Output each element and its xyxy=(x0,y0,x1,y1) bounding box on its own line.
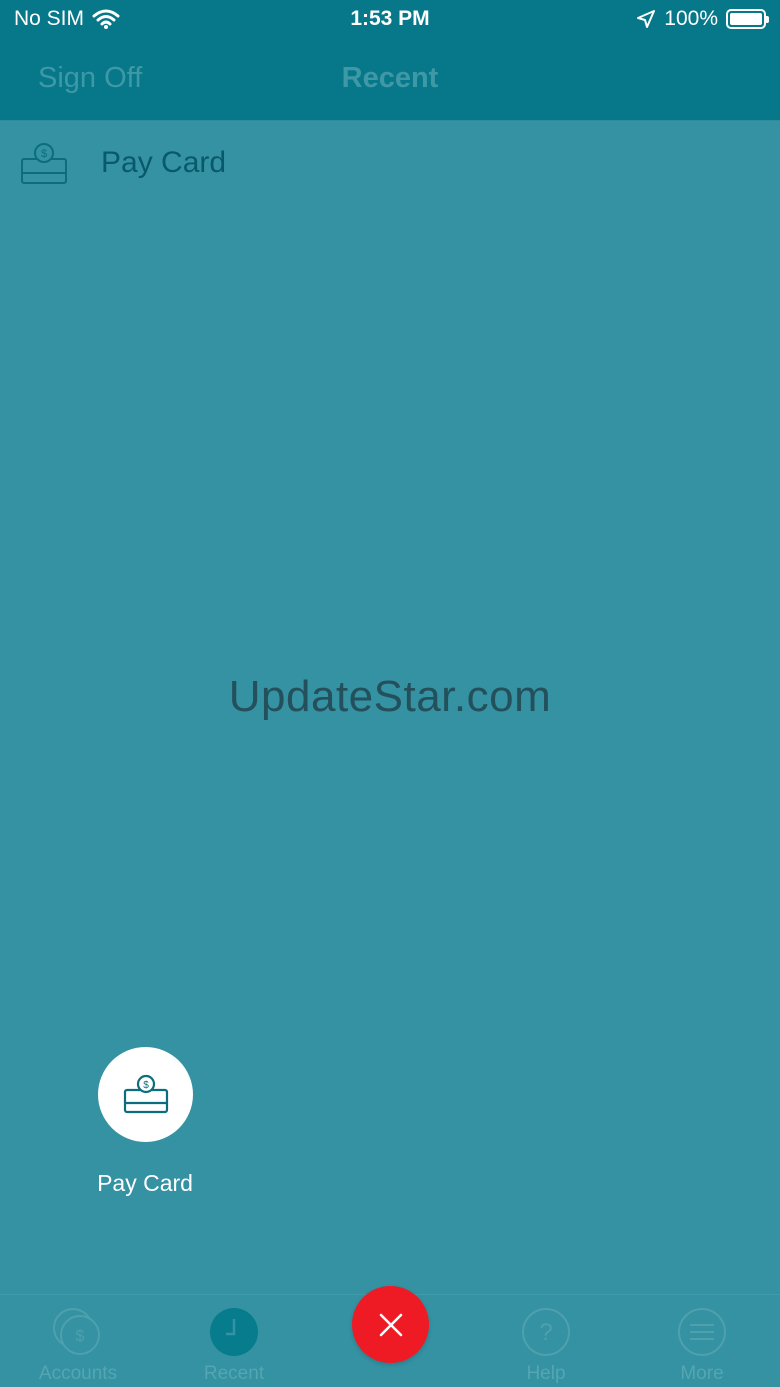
sign-off-button[interactable]: Sign Off xyxy=(38,62,142,95)
status-bar: No SIM 1:53 PM 100% xyxy=(0,0,780,40)
tab-label: Accounts xyxy=(38,1363,118,1384)
list-item-pay-card[interactable]: $ Pay Card xyxy=(0,122,780,206)
svg-text:$: $ xyxy=(76,1328,85,1345)
tab-label: Recent xyxy=(203,1363,265,1384)
nav-bar: Sign Off Recent xyxy=(0,40,780,121)
svg-text:?: ? xyxy=(539,1319,552,1346)
watermark: UpdateStar.com xyxy=(228,672,552,721)
tab-more[interactable]: More xyxy=(624,1295,780,1387)
svg-text:$: $ xyxy=(41,148,47,160)
accounts-icon: $ xyxy=(53,1308,100,1355)
pay-card-icon: $ xyxy=(123,1074,168,1113)
tab-help[interactable]: ? Help xyxy=(468,1295,624,1387)
close-button[interactable] xyxy=(352,1286,429,1363)
pay-card-icon: $ xyxy=(21,143,67,184)
battery-icon xyxy=(726,9,769,29)
tab-label: More xyxy=(680,1363,724,1384)
tab-label: Help xyxy=(526,1363,566,1384)
close-icon xyxy=(379,1313,402,1336)
location-arrow-icon xyxy=(637,10,656,28)
status-right: 100% xyxy=(636,7,769,31)
more-menu-icon xyxy=(678,1308,726,1356)
help-icon: ? xyxy=(522,1308,570,1356)
pay-card-action-button[interactable]: $ xyxy=(98,1047,193,1142)
clock-icon xyxy=(210,1308,258,1356)
svg-text:$: $ xyxy=(143,1080,149,1091)
pay-card-action-label[interactable]: Pay Card xyxy=(60,1170,230,1197)
tab-accounts[interactable]: $ Accounts xyxy=(0,1295,156,1387)
list-item-label: Pay Card xyxy=(101,146,227,179)
battery-percent: 100% xyxy=(664,7,718,30)
tab-recent[interactable]: Recent xyxy=(156,1295,312,1387)
